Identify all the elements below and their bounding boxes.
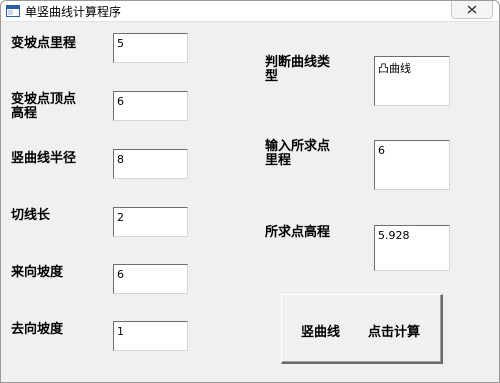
close-button[interactable] [451, 1, 493, 19]
label-type-line1: 判断曲线类 [265, 55, 331, 70]
input-in-grade[interactable]: 6 [113, 264, 188, 294]
app-window: 单竖曲线计算程序 变坡点里程 5 变坡点顶点 高程 6 竖曲线半径 8 切线长 … [0, 0, 500, 383]
input-out-grade[interactable]: 1 [113, 321, 188, 351]
input-tangent[interactable]: 2 [113, 207, 188, 237]
calculate-button-label-2: 点击计算 [368, 325, 421, 340]
label-type-line2: 型 [265, 69, 279, 84]
output-point-gc[interactable]: 5.928 [374, 225, 450, 271]
label-point-lc-line2: 里程 [265, 153, 292, 168]
input-radius[interactable]: 8 [113, 149, 188, 179]
input-point-lc[interactable]: 6 [374, 140, 450, 190]
label-bpd-gc-line1: 变坡点顶点 [11, 92, 77, 107]
app-window-icon [6, 5, 20, 17]
input-bpd-lc[interactable]: 5 [113, 33, 188, 63]
input-bpd-gc[interactable]: 6 [113, 91, 188, 121]
label-tangent: 切线长 [11, 208, 51, 223]
output-curve-type[interactable]: 凸曲线 [374, 56, 450, 106]
label-bpd-gc-line2: 高程 [11, 106, 38, 121]
calculate-button-label-1: 竖曲线 [301, 325, 341, 340]
label-point-gc: 所求点高程 [265, 225, 331, 240]
title-bar: 单竖曲线计算程序 [1, 1, 499, 22]
label-bpd-lc: 变坡点里程 [11, 36, 77, 51]
calculate-button[interactable]: 竖曲线 点击计算 [281, 294, 443, 364]
label-point-lc-line1: 输入所求点 [265, 139, 331, 154]
close-icon [467, 5, 477, 14]
label-out-grade: 去向坡度 [11, 322, 64, 337]
label-in-grade: 来向坡度 [11, 265, 64, 280]
label-radius: 竖曲线半径 [11, 151, 77, 166]
window-title: 单竖曲线计算程序 [25, 5, 122, 19]
